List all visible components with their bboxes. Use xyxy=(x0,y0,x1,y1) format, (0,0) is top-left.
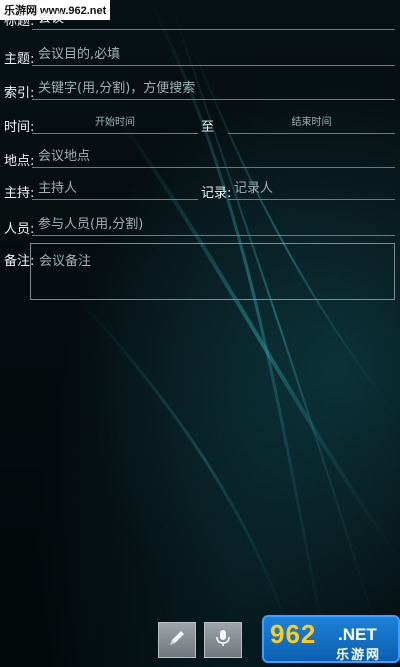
place-row: 地点: 会议地点 xyxy=(0,144,400,172)
time-separator: 至 xyxy=(201,120,215,135)
people-row: 人员: 参与人员(用,分割) xyxy=(0,212,400,240)
logo-number: 962 xyxy=(270,619,317,649)
memo-textarea[interactable]: 会议备注 xyxy=(30,243,395,300)
time-label: 时间: xyxy=(4,120,35,135)
microphone-icon xyxy=(213,628,233,652)
host-label: 主持: xyxy=(4,186,35,201)
end-time-field[interactable]: 结束时间 xyxy=(228,112,395,134)
subject-label: 主题: xyxy=(4,52,35,67)
recorder-label: 记录: xyxy=(201,186,232,201)
people-label: 人员: xyxy=(4,222,35,237)
recorder-field[interactable]: 记录人 xyxy=(228,178,395,200)
edit-button[interactable] xyxy=(158,622,196,658)
start-time-field[interactable]: 开始时间 xyxy=(32,112,198,134)
place-label: 地点: xyxy=(4,154,35,169)
voice-input-button[interactable] xyxy=(204,622,242,658)
logo-chinese-name: 乐游网 xyxy=(336,647,382,662)
host-field[interactable]: 主持人 xyxy=(32,178,198,200)
subject-row: 主题: 会议目的,必填 xyxy=(0,42,400,70)
host-row: 主持: 主持人 记录: 记录人 xyxy=(0,176,400,204)
title-field[interactable]: 会议 xyxy=(32,8,395,30)
time-row: 时间: 开始时间 至 结束时间 xyxy=(0,110,400,138)
index-field[interactable]: 关键字(用,分割)，方便搜索 xyxy=(32,78,395,100)
title-row: 标题: 会议 xyxy=(0,6,400,34)
site-logo: 962 .NET 乐游网 xyxy=(262,615,400,663)
place-field[interactable]: 会议地点 xyxy=(32,146,395,168)
subject-field[interactable]: 会议目的,必填 xyxy=(32,44,395,66)
title-label: 标题: xyxy=(4,14,35,29)
index-row: 索引: 关键字(用,分割)，方便搜索 xyxy=(0,76,400,104)
pencil-icon xyxy=(167,628,187,652)
index-label: 索引: xyxy=(4,86,35,101)
people-field[interactable]: 参与人员(用,分割) xyxy=(32,214,395,236)
logo-suffix: .NET xyxy=(338,625,377,644)
